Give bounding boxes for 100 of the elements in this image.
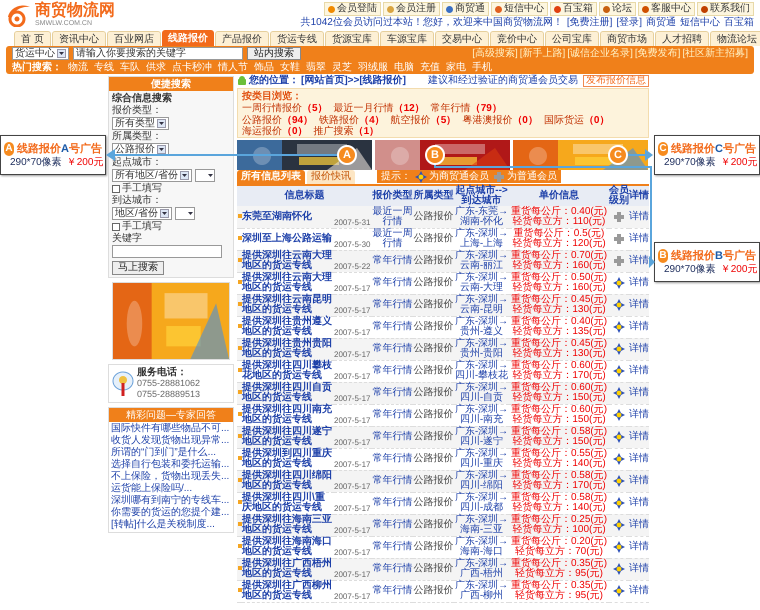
detail-link[interactable]: 详情 [629, 431, 650, 442]
qa-link[interactable]: 运货能上保险吗/... [111, 483, 231, 495]
detail-link[interactable]: 详情 [629, 299, 650, 310]
detail-link[interactable]: 详情 [629, 343, 650, 354]
dropdown[interactable] [194, 169, 215, 182]
qa-link[interactable]: 深圳哪有到南宁的专线车... [111, 495, 231, 507]
detail-link[interactable]: 详情 [629, 541, 650, 552]
top-link[interactable]: 短信中心 [491, 2, 548, 16]
qa-link[interactable]: 国际快件有哪些物品不可... [111, 423, 231, 435]
dropdown[interactable]: 地区/省份 [112, 207, 172, 220]
listing-title-link[interactable]: 提供深圳往海南三亚地区的货运专线 [242, 515, 334, 535]
filter-link[interactable]: 粤港澳报价（0） [462, 115, 538, 126]
listing-title-link[interactable]: 提供深圳往四川\重庆地区的货运专线 [242, 493, 334, 513]
detail-link[interactable]: 详情 [629, 210, 650, 222]
top-link[interactable]: 论坛 [599, 2, 636, 16]
nav-tab[interactable]: 货源宝库 [324, 31, 379, 46]
top-link[interactable]: 联系我们 [697, 2, 754, 16]
nav-tab[interactable]: 商贸市场 [600, 31, 654, 46]
nav-tab[interactable]: 交易中心 [434, 31, 489, 46]
qa-link[interactable]: 所谓的“门到门”是什么... [111, 447, 231, 459]
listing-title-link[interactable]: 提供深圳到四川重庆地区的货运专线 [242, 449, 334, 469]
listing-title-link[interactable]: 提供深圳往云南大理地区的货运专线 [242, 273, 334, 293]
listing-date: 2007-5-17 [334, 284, 372, 294]
filter-link[interactable]: 海运报价（0） [242, 126, 308, 137]
nav-tab[interactable]: 竞价中心 [490, 31, 544, 46]
nav-tab[interactable]: 公司宝库 [544, 31, 599, 46]
top-link[interactable]: 百宝箱 [550, 2, 597, 16]
scope-select[interactable]: 货运中心 [12, 47, 69, 60]
nav-tab[interactable]: 资讯中心 [52, 31, 106, 46]
detail-link[interactable]: 详情 [629, 321, 650, 332]
listing-title-link[interactable]: 提供深圳往广西梧州地区的货运专线 [242, 559, 334, 579]
detail-link[interactable]: 详情 [629, 233, 650, 244]
listing-title-link[interactable]: 提供深圳往云南昆明地区的货运专线 [242, 295, 334, 315]
detail-link[interactable]: 详情 [629, 585, 650, 596]
keyword-field[interactable] [112, 245, 222, 258]
heavy-price-text: 重货每公斤：0.35(元) [510, 559, 608, 569]
detail-link[interactable]: 详情 [629, 497, 650, 508]
nav-tab[interactable]: 物流论坛 [710, 31, 760, 46]
welcome-link[interactable]: [登录] [616, 18, 642, 28]
qa-link[interactable]: 不上保险，货物出现丢失... [111, 471, 231, 483]
listing-title-link[interactable]: 提供深圳往四川攀枝花地区的货运专线 [242, 361, 334, 381]
welcome-link[interactable]: 商贸通 [646, 18, 676, 28]
nav-tab[interactable]: 产品报价 [214, 31, 269, 46]
checkbox[interactable] [112, 222, 120, 230]
dropdown[interactable] [174, 207, 195, 220]
listing-title-link[interactable]: 提供深圳往四川南充地区的货运专线 [242, 405, 334, 425]
filter-link[interactable]: 一周行情报价（5） [242, 103, 328, 114]
detail-link[interactable]: 详情 [629, 475, 650, 486]
top-link[interactable]: 商贸通 [442, 2, 489, 16]
detail-link[interactable]: 详情 [629, 519, 650, 530]
listing-date: 2007-5-17 [334, 592, 372, 602]
filter-link[interactable]: 航空报价（5） [390, 115, 456, 126]
nav-tab[interactable]: 百业网店 [106, 31, 161, 46]
dropdown[interactable]: 所有类型 [112, 117, 169, 130]
listing-title-link[interactable]: 提供深圳往海南海口地区的货运专线 [242, 537, 334, 557]
listing-title-link[interactable]: 提供深圳往四川遂宁地区的货运专线 [242, 427, 334, 447]
filter-link[interactable]: 推广搜索（1） [314, 126, 380, 137]
qa-link[interactable]: 你需要的货运的您提个建... [111, 507, 231, 519]
nav-tab[interactable]: 首 页 [14, 31, 51, 46]
detail-link[interactable]: 详情 [629, 365, 650, 376]
listing-title-link[interactable]: 提供深圳往贵州贵阳地区的货运专线 [242, 339, 334, 359]
detail-link[interactable]: 详情 [629, 255, 650, 266]
member-diamond-icon [613, 321, 626, 333]
welcome-link[interactable]: [免费注册] [566, 18, 612, 28]
advice-link[interactable]: 建议和经过验证的商贸通会员交易 [428, 76, 578, 86]
detail-link[interactable]: 详情 [629, 563, 650, 574]
qa-link[interactable]: 收货人发现货物出现异常... [111, 435, 231, 447]
listing-title-link[interactable]: 提供深圳往广西柳州地区的货运专线 [242, 581, 334, 601]
nav-tab[interactable]: 车源宝库 [380, 31, 434, 46]
listing-title-link[interactable]: 提供深圳往四川绵阳地区的货运专线 [242, 471, 334, 491]
qa-link[interactable]: 选择自行包装和委托运输... [111, 459, 231, 471]
qa-link[interactable]: [转帖]什么是关税制度... [111, 519, 231, 531]
nav-tab[interactable]: 人才招聘 [654, 31, 709, 46]
filter-link[interactable]: 常年行情（79） [430, 103, 502, 114]
filter-link[interactable]: 国际货运（0） [544, 115, 610, 126]
listing-title-link[interactable]: 提供深圳往四川自贡地区的货运专线 [242, 383, 334, 403]
top-link[interactable]: 会员登陆 [324, 2, 381, 16]
dropdown[interactable]: 所有地区/省份 [112, 169, 192, 182]
welcome-link[interactable]: 短信中心 [680, 18, 720, 28]
filter-link[interactable]: 公路报价（94） [242, 115, 314, 126]
detail-link[interactable]: 详情 [629, 387, 650, 398]
category-cell: 公路报价 [413, 382, 454, 404]
checkbox[interactable] [112, 184, 120, 192]
detail-link[interactable]: 详情 [629, 409, 650, 420]
listing-title-link[interactable]: 东莞至湖南怀化 [242, 212, 334, 222]
filter-link[interactable]: 最近一月行情（12） [334, 103, 425, 114]
list-tab[interactable]: 报价快讯 [307, 170, 355, 184]
filter-link[interactable]: 铁路报价（4） [319, 115, 385, 126]
search-button[interactable]: 站内搜索 [247, 47, 301, 60]
listing-title-link[interactable]: 深圳至上海公路运输 [242, 234, 334, 244]
top-link[interactable]: 会员注册 [383, 2, 440, 16]
top-link[interactable]: 客服中心 [638, 2, 695, 16]
nav-tab[interactable]: 货运专线 [270, 31, 324, 46]
breadcrumb-link[interactable]: [网站首页]>>[线路报价] [301, 76, 406, 86]
detail-link[interactable]: 详情 [629, 453, 650, 464]
listing-title-link[interactable]: 提供深圳往云南大理地区的货运专线 [242, 251, 334, 271]
listing-title-link[interactable]: 提供深圳往贵州遵义地区的货运专线 [242, 317, 334, 337]
detail-link[interactable]: 详情 [629, 277, 650, 288]
welcome-link[interactable]: 百宝箱 [724, 18, 754, 28]
search-submit-button[interactable]: 马上搜索 [112, 261, 164, 275]
